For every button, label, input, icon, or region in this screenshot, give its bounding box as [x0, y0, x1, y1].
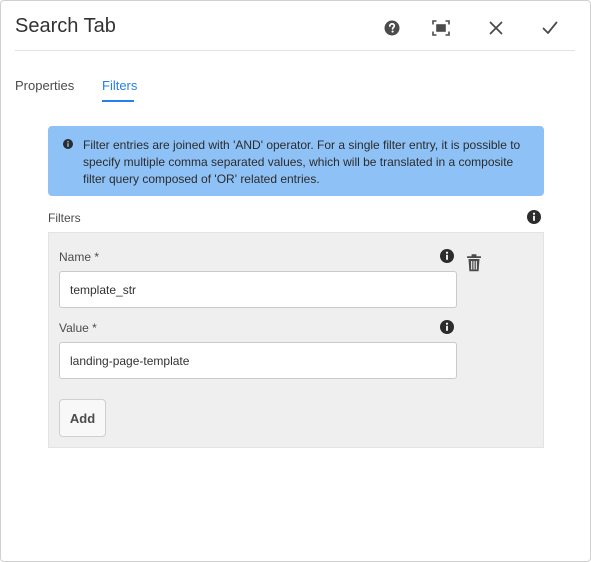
tab-properties[interactable]: Properties: [15, 78, 74, 93]
tab-filters[interactable]: Filters: [102, 78, 137, 93]
value-info-icon[interactable]: [440, 320, 454, 334]
fullscreen-icon: [432, 20, 450, 36]
filters-info-icon[interactable]: [527, 210, 541, 224]
close-icon: [489, 21, 503, 35]
value-field-label: Value *: [59, 321, 97, 335]
help-icon: [384, 20, 400, 36]
dialog-title: Search Tab: [15, 15, 116, 37]
name-info-icon[interactable]: [440, 249, 454, 263]
info-alert: Filter entries are joined with 'AND' ope…: [48, 126, 544, 196]
add-button[interactable]: Add: [59, 399, 106, 437]
value-input[interactable]: [59, 342, 457, 379]
filters-label: Filters: [48, 211, 81, 225]
help-button[interactable]: [381, 17, 403, 39]
alert-message: Filter entries are joined with 'AND' ope…: [83, 138, 521, 186]
fullscreen-button[interactable]: [430, 17, 452, 39]
info-icon: [63, 139, 73, 149]
search-tab-dialog: Search Tab Properties Filters Filter ent…: [0, 0, 591, 562]
name-field-label: Name *: [59, 250, 100, 264]
name-input[interactable]: [59, 271, 457, 308]
trash-icon[interactable]: [466, 254, 482, 272]
done-button[interactable]: [539, 17, 561, 39]
active-tab-indicator: [102, 100, 134, 102]
close-button[interactable]: [485, 17, 507, 39]
header-divider: [15, 50, 575, 51]
checkmark-icon: [542, 21, 558, 34]
dialog-header: Search Tab: [1, 1, 590, 51]
